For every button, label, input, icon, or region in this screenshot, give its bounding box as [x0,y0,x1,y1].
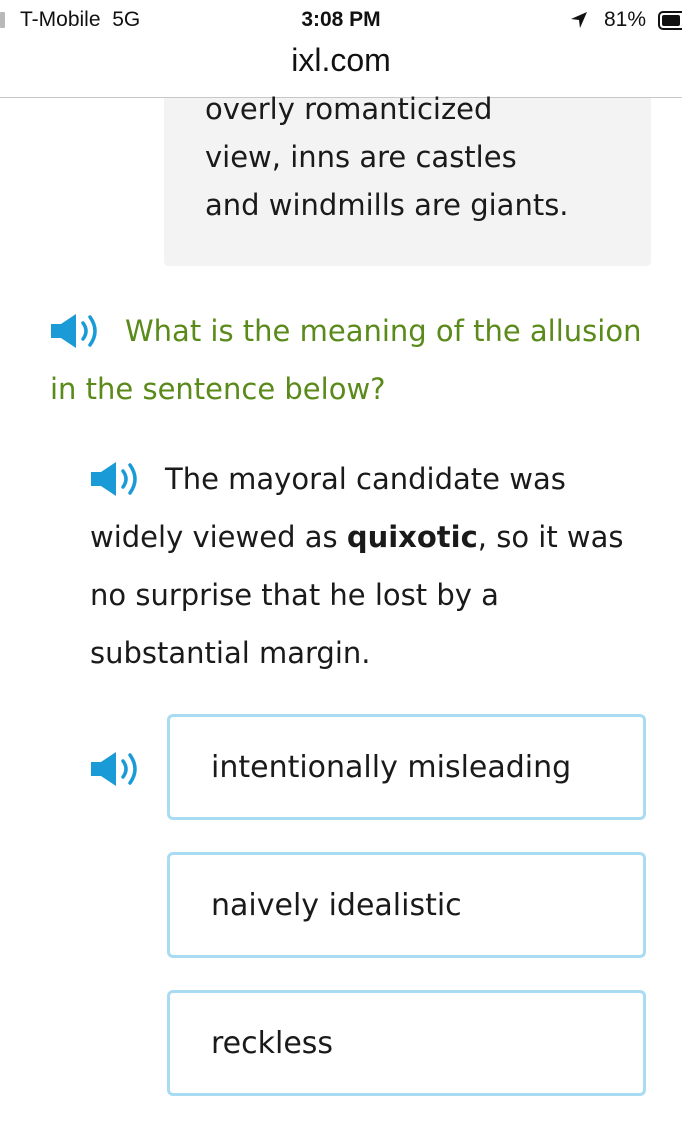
passage-text: overly romanticized view, inns are castl… [205,85,569,229]
speaker-icon[interactable] [88,749,148,789]
answer-choice-label: naively idealistic [211,887,462,923]
sentence-keyword: quixotic [346,520,478,554]
passage-line: overly romanticized [205,92,493,126]
answer-choice-label: reckless [211,1025,334,1061]
answer-choice[interactable]: intentionally misleading [167,714,646,820]
address-bar-url[interactable]: ixl.com [0,42,682,79]
passage-card: overly romanticized view, inns are castl… [164,92,651,266]
answer-choice[interactable]: reckless [167,990,646,1096]
question-prompt-text: What is the meaning of the allusion in t… [50,314,642,406]
question-prompt: What is the meaning of the allusion in t… [50,302,650,418]
battery-fill [662,15,680,26]
answer-choice-label: intentionally misleading [211,749,572,785]
status-bar: T-Mobile 5G 3:08 PM 81% [0,0,682,40]
passage-line: and windmills are giants. [205,188,569,222]
battery-icon [658,11,682,30]
passage-line: view, inns are castles [205,140,517,174]
question-sentence: The mayoral candidate was widely viewed … [90,450,650,682]
battery-percent: 81% [604,8,647,31]
answer-choice[interactable]: naively idealistic [167,852,646,958]
location-arrow-icon [571,12,587,28]
